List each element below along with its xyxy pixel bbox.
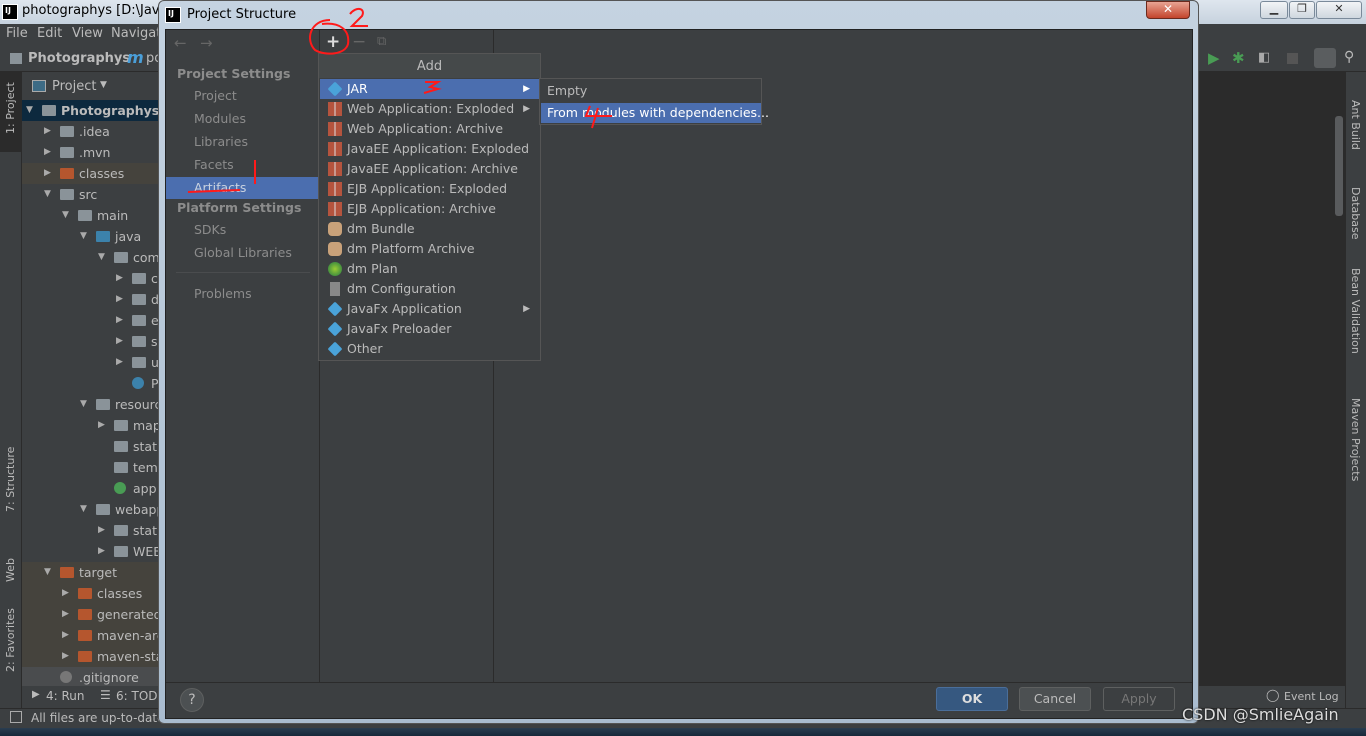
watermark: CSDN @SmlieAgain [1182, 705, 1339, 724]
red-annotations [187, 8, 612, 193]
annotation-underline [187, 189, 241, 193]
annotation-3 [423, 81, 442, 94]
annotation-4 [584, 105, 612, 129]
annotation-2 [349, 8, 368, 27]
annotation-circle [309, 19, 350, 55]
